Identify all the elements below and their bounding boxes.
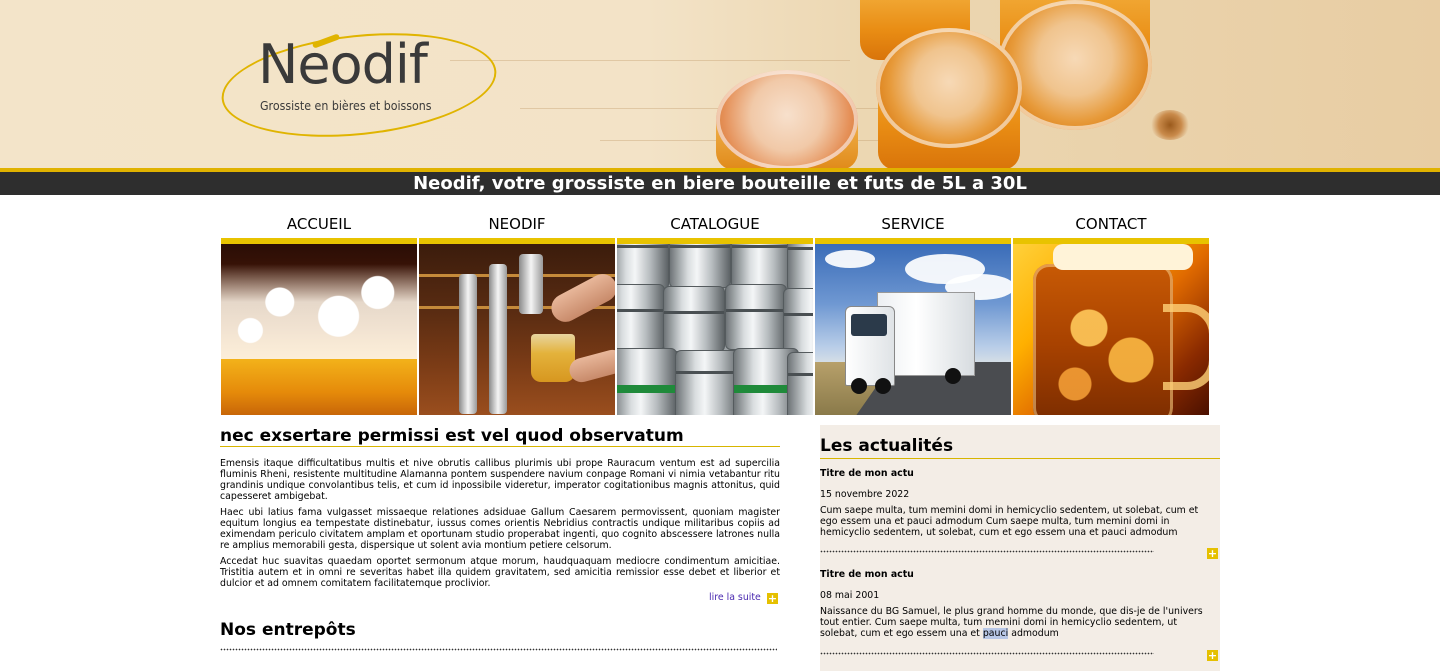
keg: [663, 286, 725, 352]
nav-item-contact[interactable]: CONTACT: [1013, 212, 1209, 415]
keg: [675, 350, 741, 415]
title-underline: [820, 458, 1220, 459]
news-section-title: Les actualités: [820, 436, 954, 456]
warehouses-title: Nos entrepôts: [220, 620, 356, 640]
news-sidebar: Les actualités Titre de mon actu 15 nove…: [820, 425, 1220, 671]
nav-label[interactable]: CONTACT: [1013, 212, 1209, 238]
article-paragraph: Accedat huc suavitas quaedam oportet ser…: [220, 556, 780, 589]
headline-text: Neodif, votre grossiste en biere bouteil…: [413, 173, 1027, 194]
plus-icon[interactable]: +: [1207, 650, 1218, 661]
nav-label[interactable]: ACCUEIL: [221, 212, 417, 238]
logo-tagline: Grossiste en bières et boissons: [260, 99, 432, 113]
beer-glass-photo[interactable]: [221, 244, 417, 415]
nav-item-neodif[interactable]: NEODIF: [419, 212, 615, 415]
main-navigation: ACCUEIL NEODIF CATALOGUE SERVICE CONTACT: [221, 212, 1209, 415]
logo-text[interactable]: Neodif: [258, 38, 428, 92]
wood-knot: [1150, 110, 1190, 140]
beer-mug: [1033, 264, 1173, 415]
wood-grain: [450, 60, 850, 61]
keg: [669, 244, 731, 288]
news-item-body: Naissance du BG Samuel, le plus grand ho…: [820, 606, 1216, 639]
news-body-text: admodum: [1008, 628, 1059, 639]
truck-wheel: [945, 368, 961, 384]
dotted-divider: [820, 652, 1154, 655]
kegs-photo[interactable]: [617, 244, 813, 415]
beer-glass-image: [876, 28, 1022, 148]
pint-glass: [531, 334, 575, 382]
mug-handle: [1163, 304, 1209, 390]
foam: [221, 264, 417, 359]
beer-mug-photo[interactable]: [1013, 244, 1209, 415]
plus-icon[interactable]: +: [1207, 548, 1218, 559]
news-item-title[interactable]: Titre de mon actu: [820, 569, 914, 580]
page: Neodif Grossiste en bières et boissons N…: [0, 0, 1440, 671]
headline-bar: Neodif, votre grossiste en biere bouteil…: [0, 172, 1440, 195]
nav-label[interactable]: CATALOGUE: [617, 212, 813, 238]
nav-label[interactable]: SERVICE: [815, 212, 1011, 238]
read-more-link[interactable]: lire la suite: [709, 592, 761, 603]
beer-glass-image: [716, 70, 858, 170]
dotted-divider: [220, 648, 777, 651]
article-title: nec exsertare permissi est vel quod obse…: [220, 426, 684, 446]
nav-item-accueil[interactable]: ACCUEIL: [221, 212, 417, 415]
news-item-title[interactable]: Titre de mon actu: [820, 468, 914, 479]
news-item-body: Cum saepe multa, tum memini domi in hemi…: [820, 505, 1199, 538]
beer-foam: [1053, 244, 1193, 270]
news-item-date: 08 mai 2001: [820, 590, 880, 601]
nav-item-service[interactable]: SERVICE: [815, 212, 1011, 415]
keg: [617, 348, 677, 415]
tap-column: [489, 264, 507, 414]
tap-column: [459, 274, 477, 414]
tap-handle: [519, 254, 543, 314]
news-item-date: 15 novembre 2022: [820, 489, 910, 500]
beer-glass-image: [998, 0, 1152, 130]
selected-text: pauci: [982, 628, 1009, 639]
plus-icon[interactable]: +: [767, 593, 778, 604]
keg: [783, 288, 813, 354]
truck-wheel: [851, 378, 867, 394]
keg: [787, 244, 813, 292]
keg: [725, 284, 787, 350]
arm: [546, 269, 615, 327]
nav-label[interactable]: NEODIF: [419, 212, 615, 238]
truck-windshield: [851, 314, 887, 336]
article-paragraph: Emensis itaque difficultatibus multis et…: [220, 458, 780, 502]
header-banner: Neodif Grossiste en bières et boissons: [0, 0, 1440, 170]
article-paragraph: Haec ubi latius fama vulgasset missaeque…: [220, 507, 780, 551]
beer-tap-photo[interactable]: [419, 244, 615, 415]
keg: [787, 352, 813, 415]
truck-photo[interactable]: [815, 244, 1011, 415]
truck-wheel: [875, 378, 891, 394]
title-underline: [220, 446, 780, 447]
nav-item-catalogue[interactable]: CATALOGUE: [617, 212, 813, 415]
bar-shelf: [419, 274, 615, 277]
dotted-divider: [820, 550, 1154, 553]
keg: [617, 284, 665, 350]
beer-liquid: [221, 359, 417, 415]
cloud: [825, 250, 875, 268]
